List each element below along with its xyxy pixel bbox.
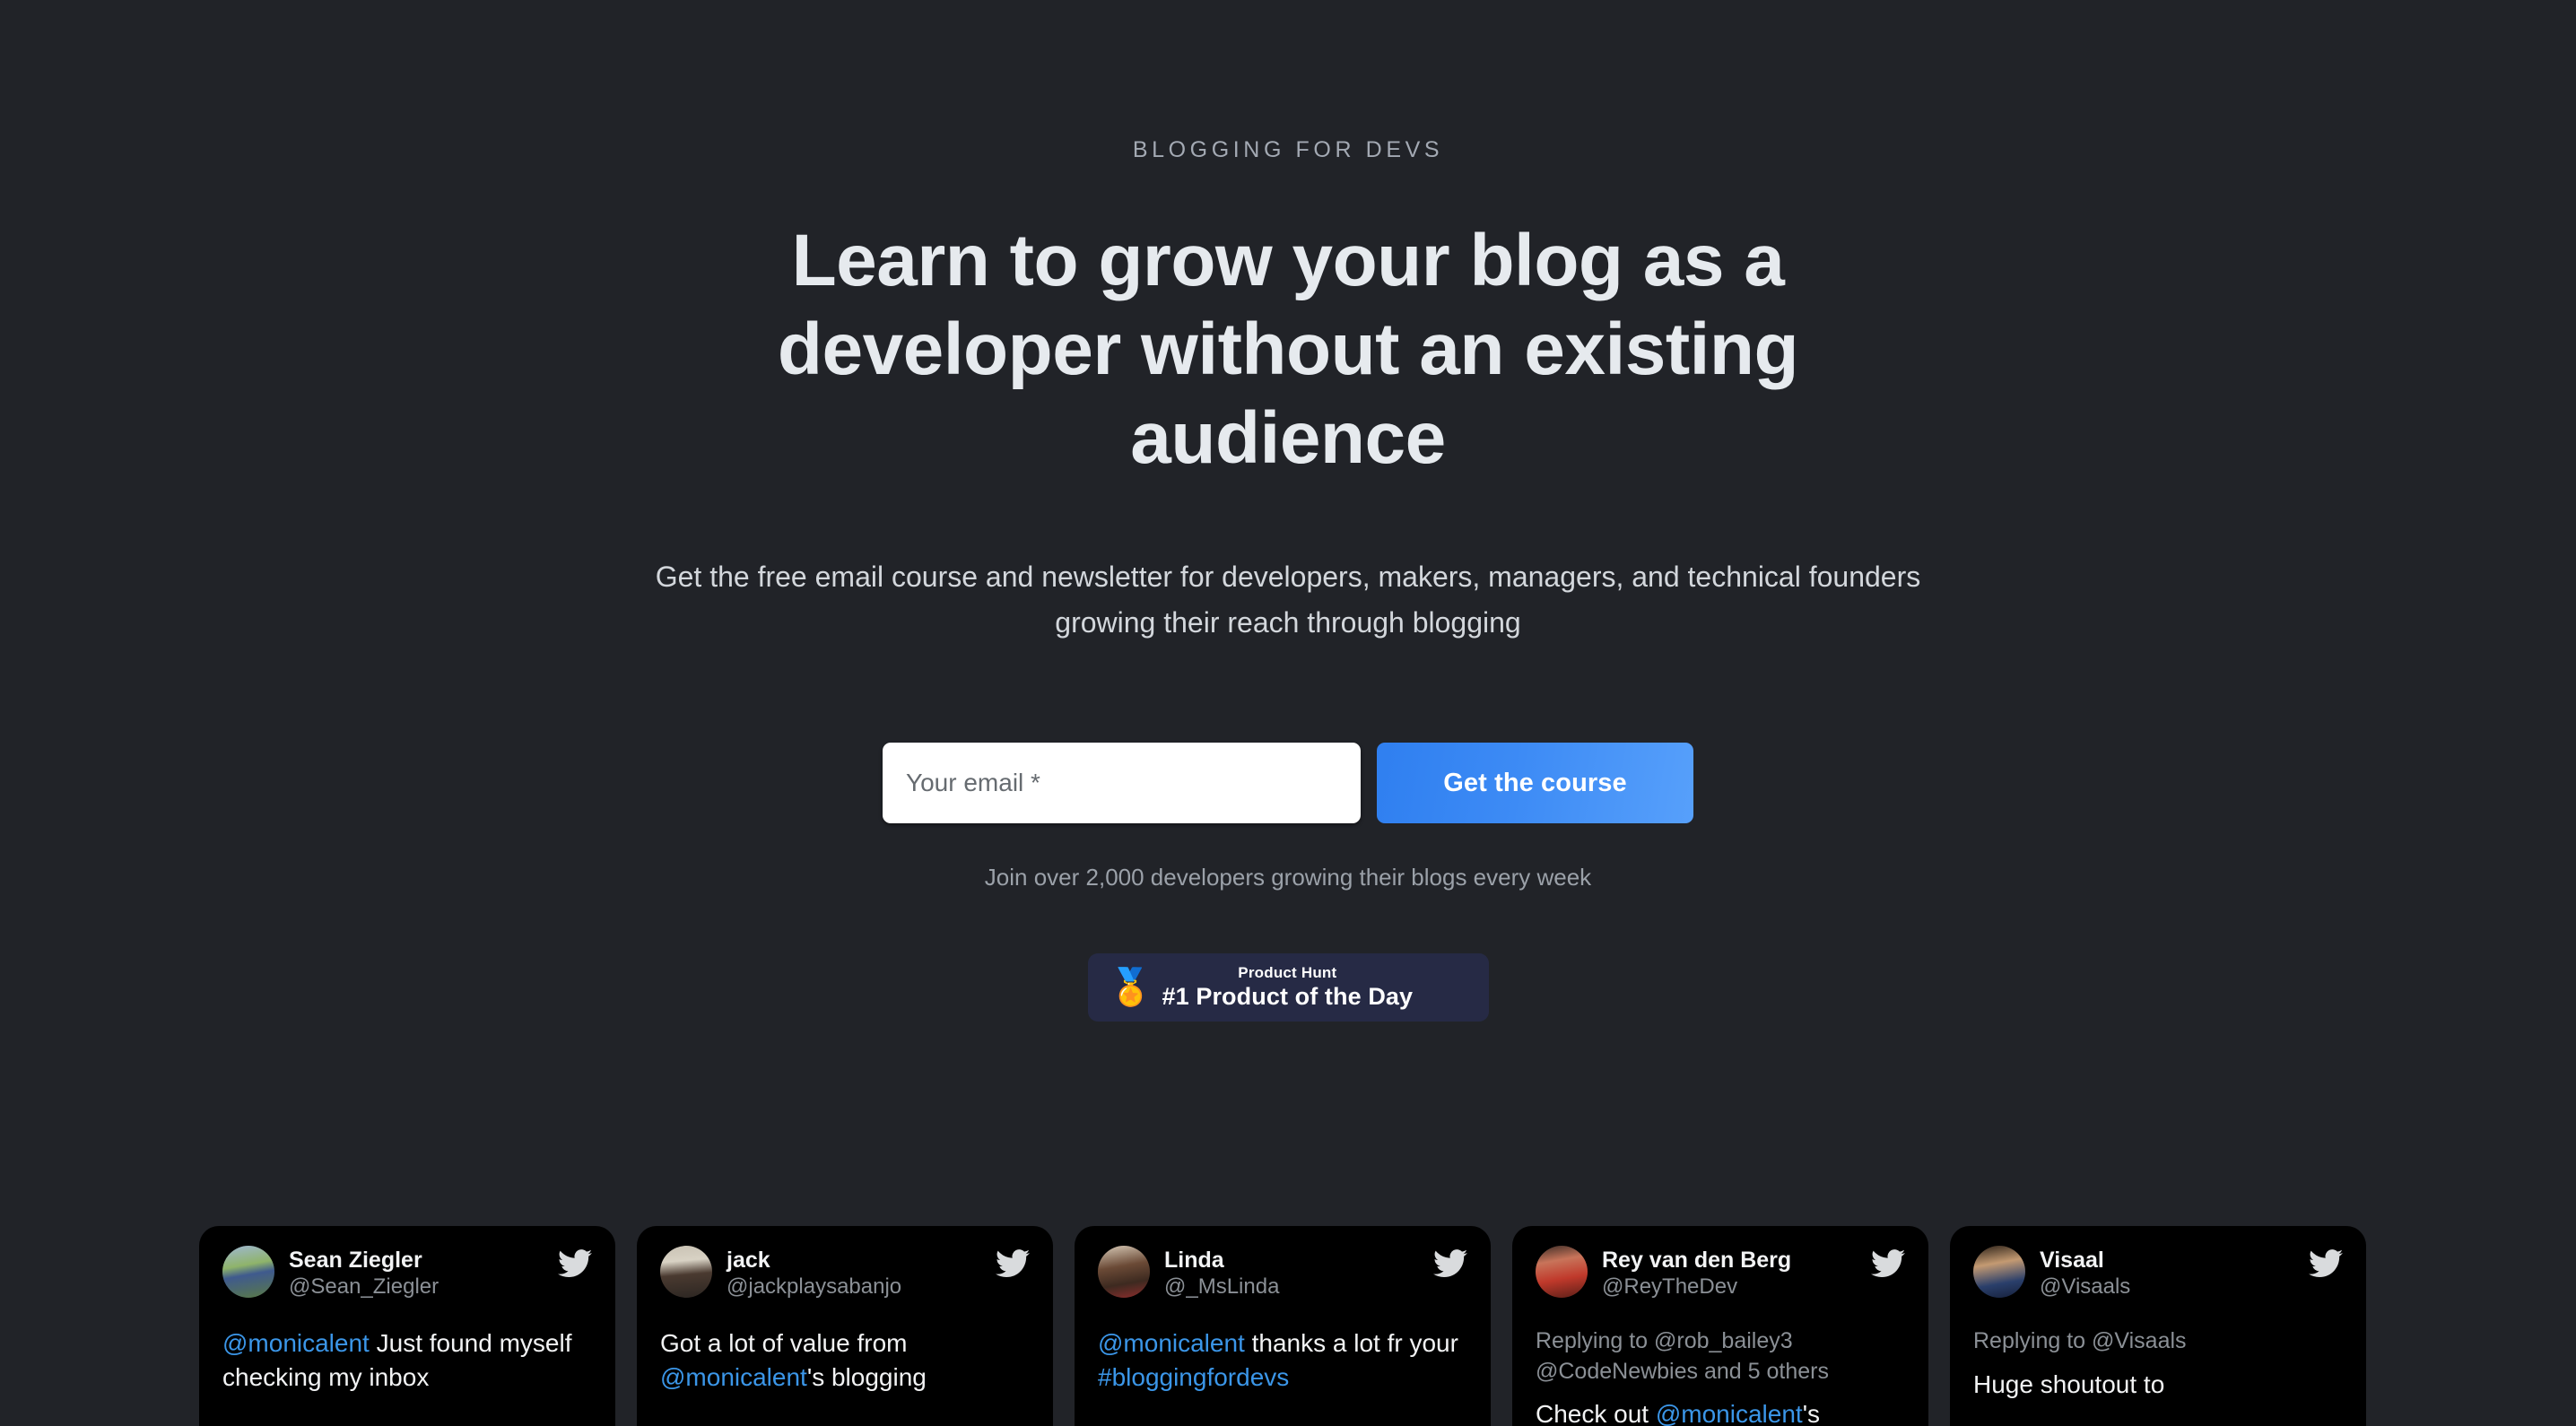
tweet-mention[interactable]: @monicalent	[1098, 1329, 1245, 1357]
avatar	[222, 1246, 274, 1298]
author-handle: @_MsLinda	[1164, 1274, 1280, 1299]
twitter-icon	[2309, 1249, 2343, 1278]
get-the-course-button[interactable]: Get the course	[1377, 743, 1693, 824]
testimonial-card[interactable]: Sean Ziegler @Sean_Ziegler @monicalent J…	[199, 1226, 615, 1426]
product-hunt-title: Product Hunt	[1238, 964, 1337, 982]
author-name: Rey van den Berg	[1602, 1248, 1792, 1273]
author-handle: @jackplaysabanjo	[727, 1274, 902, 1299]
hero-subheadline: Get the free email course and newsletter…	[655, 561, 1921, 639]
author-handle: @Sean_Ziegler	[289, 1274, 439, 1299]
testimonial-card[interactable]: Visaal @Visaals Replying to @Visaals Hug…	[1950, 1226, 2366, 1426]
tweet-text: Check out @monicalent's	[1536, 1397, 1905, 1426]
tweet-header: Linda @_MsLinda	[1098, 1246, 1467, 1300]
tweet-text-part: Check out	[1536, 1399, 1656, 1426]
email-input[interactable]	[883, 743, 1361, 824]
tweet-text-part: thanks a lot fr your	[1244, 1329, 1458, 1358]
avatar	[1973, 1246, 2025, 1298]
author-handle: @Visaals	[2040, 1274, 2131, 1299]
replying-to-label: Replying to @Visaals	[1973, 1328, 2187, 1354]
tweet-text-part: Huge shoutout to	[1973, 1369, 2165, 1398]
tweet-hashtag[interactable]: #bloggingfordevs	[1098, 1363, 1289, 1391]
twitter-icon	[996, 1249, 1030, 1278]
tweet-header: Sean Ziegler @Sean_Ziegler	[222, 1246, 592, 1300]
product-hunt-badge[interactable]: 🏅 Product Hunt #1 Product of the Day	[1087, 953, 1489, 1022]
author-name: Sean Ziegler	[289, 1248, 422, 1273]
tweet-header: Rey van den Berg @ReyTheDev	[1536, 1246, 1905, 1300]
twitter-icon	[558, 1249, 592, 1278]
avatar	[660, 1246, 712, 1298]
tweet-mention[interactable]: @monicalent	[222, 1329, 370, 1357]
author-name: Visaal	[2040, 1248, 2104, 1273]
headline-line-1: Learn to grow your blog as a	[791, 220, 1785, 301]
author-block: Visaal @Visaals	[2040, 1246, 2130, 1300]
headline-line-2: developer without an existing	[777, 309, 1799, 390]
testimonials-row: Sean Ziegler @Sean_Ziegler @monicalent J…	[199, 1226, 2366, 1426]
author-handle: @ReyTheDev	[1602, 1274, 1738, 1299]
testimonial-card[interactable]: Rey van den Berg @ReyTheDev Replying to …	[1512, 1226, 1928, 1426]
product-hunt-award: #1 Product of the Day	[1162, 983, 1414, 1011]
signup-form: Get the course	[0, 743, 2576, 824]
hero-section: BLOGGING FOR DEVS Learn to grow your blo…	[0, 0, 2576, 1022]
twitter-icon	[1871, 1249, 1905, 1278]
testimonial-card[interactable]: Linda @_MsLinda @monicalent thanks a lot…	[1075, 1226, 1491, 1426]
tweet-text-part: 's blogging	[806, 1362, 927, 1391]
product-hunt-text: Product Hunt #1 Product of the Day	[1162, 964, 1414, 1011]
author-block: Linda @_MsLinda	[1164, 1246, 1279, 1300]
author-block: Rey van den Berg @ReyTheDev	[1602, 1246, 1791, 1300]
author-name: jack	[727, 1248, 770, 1273]
tweet-text: @monicalent thanks a lot fr your #bloggi…	[1098, 1326, 1467, 1394]
tweet-text-part: 's	[1802, 1399, 1821, 1426]
tweet-mention[interactable]: @monicalent	[660, 1363, 807, 1391]
tweet-text-part: Got a lot of value from	[660, 1329, 908, 1358]
avatar	[1536, 1246, 1588, 1298]
tweet-text: Huge shoutout to	[1973, 1368, 2343, 1402]
tweet-header: Visaal @Visaals	[1973, 1246, 2343, 1300]
author-block: jack @jackplaysabanjo	[727, 1246, 901, 1300]
author-block: Sean Ziegler @Sean_Ziegler	[289, 1246, 439, 1300]
landing-page: BLOGGING FOR DEVS Learn to grow your blo…	[0, 0, 2576, 1426]
tweet-mention[interactable]: @monicalent	[1656, 1400, 1803, 1426]
headline-line-3: audience	[1130, 397, 1446, 479]
brand-eyebrow: BLOGGING FOR DEVS	[1132, 137, 1444, 162]
medal-icon: 🏅	[1108, 968, 1153, 1008]
tweet-header: jack @jackplaysabanjo	[660, 1246, 1030, 1300]
tweet-text: Got a lot of value from @monicalent's bl…	[660, 1326, 1030, 1394]
replying-to-label: Replying to @rob_bailey3 @CodeNewbies an…	[1536, 1328, 1829, 1384]
social-proof-text: Join over 2,000 developers growing their…	[984, 864, 1592, 891]
page-title: Learn to grow your blog as a developer w…	[759, 224, 1817, 475]
author-name: Linda	[1164, 1248, 1224, 1273]
tweet-text: @monicalent Just found myself checking m…	[222, 1326, 592, 1394]
product-hunt-wrapper: 🏅 Product Hunt #1 Product of the Day	[0, 953, 2576, 1022]
twitter-icon	[1433, 1249, 1467, 1278]
avatar	[1098, 1246, 1150, 1298]
testimonial-card[interactable]: jack @jackplaysabanjo Got a lot of value…	[637, 1226, 1053, 1426]
